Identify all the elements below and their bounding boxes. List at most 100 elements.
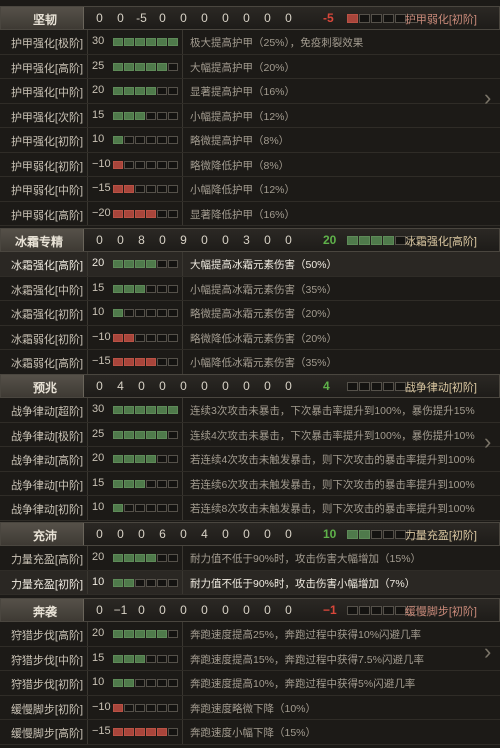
set-title: 坚韧 [33,13,58,27]
bar-segment [135,62,145,71]
column-divider [87,570,88,594]
tier-effect: 显著提高护甲（16%） [190,86,296,98]
bar-segment [146,309,156,317]
level-bar [113,630,178,638]
tier-row[interactable]: 冰霜强化[中阶] 15 小幅提高冰霜元素伤害（35%） [0,276,500,301]
bar-segment [113,333,123,342]
bar-segment [113,406,123,414]
level-bar [113,136,178,144]
tier-row[interactable]: 护甲弱化[初阶] −10 略微降低护甲（8%） [0,152,500,177]
tier-row[interactable]: 冰霜强化[初阶] 10 略微提高冰霜元素伤害（20%） [0,301,500,326]
tier-name: 狩猎步伐[初阶] [10,679,84,691]
tier-effect: 连续4次攻击未暴击，下次暴击率提升到100%，暴伤提升10% [190,429,475,442]
tier-name: 狩猎步伐[高阶] [10,630,84,642]
tier-threshold: 20 [92,452,105,464]
set-header[interactable]: 奔袭 0 −1 0 0 0 0 0 0 0 0 −1 缓慢脚步[初阶] [0,598,500,622]
piece-count: 0 [180,379,187,393]
tier-row[interactable]: 力量充盈[高阶] 20 耐力值不低于90%时，攻击伤害大幅增加（15%） [0,546,500,571]
total-score: 20 [323,233,337,247]
bar-segment [168,87,178,95]
tier-threshold: 10 [92,306,105,318]
tier-row[interactable]: 护甲强化[极阶] 30 极大提高护甲（25%），免疫刺裂效果 [0,30,500,55]
level-bar [113,358,178,366]
column-divider [182,252,183,276]
tier-row[interactable]: 战争律动[初阶] 10 若连续8次攻击未触发暴击，则下次攻击的暴击率提升到100% [0,496,500,521]
tier-row[interactable]: 冰霜弱化[高阶] −15 小幅降低冰霜元素伤害（35%） [0,350,500,375]
bar-segment [157,309,167,317]
bar-segment [157,87,167,95]
tier-row[interactable]: 缓慢脚步[初阶] −10 奔跑速度略微下降（10%） [0,695,500,720]
column-divider [87,152,88,176]
piece-count: 9 [180,233,187,247]
tier-row[interactable]: 护甲弱化[中阶] −15 小幅降低护甲（12%） [0,177,500,202]
bar-segment [135,136,145,144]
bar-segment [146,260,156,268]
bar-segment [124,430,134,439]
tier-row[interactable]: 冰霜强化[高阶] 20 大幅提高冰霜元素伤害（50%） [0,252,500,277]
tier-row[interactable]: 护甲强化[中阶] 20 显著提高护甲（16%） [0,79,500,104]
piece-count: 0 [159,233,166,247]
bar-segment [113,630,123,638]
bonus-table: 坚韧 0 0 -5 0 0 0 0 0 0 0 -5 护甲弱化[初阶] 护甲强化[极阶] 30 极大提高护甲（… [0,0,500,748]
set-header[interactable]: 充沛 0 0 0 6 0 4 0 0 0 0 10 力量充盈[初阶] [0,522,500,546]
tier-effect: 略微降低护甲（8%） [190,159,290,172]
tier-threshold: −15 [92,725,111,737]
set-title: 预兆 [33,381,58,395]
set-header[interactable]: 坚韧 0 0 -5 0 0 0 0 0 0 0 -5 护甲弱化[初阶] [0,6,500,30]
chevron-right-icon[interactable]: › [484,428,498,456]
bar-segment [347,236,358,245]
tier-row[interactable]: 护甲弱化[高阶] −20 显著降低护甲（16%） [0,201,500,226]
piece-count: 0 [96,603,103,617]
bar-segment [113,554,123,562]
tier-threshold: 15 [92,651,105,664]
tier-effect: 若连续6次攻击未触发暴击，则下次攻击的暴击率提升到100% [190,478,475,491]
bar-segment [124,284,134,293]
bar-segment [113,136,123,144]
bar-segment [168,406,178,414]
column-divider [182,570,183,594]
level-bar [113,406,178,414]
tier-row[interactable]: 战争律动[超阶] 30 连续3次攻击未暴击，下次暴击率提升到100%，暴伤提升15% [0,398,500,423]
tier-row[interactable]: 力量充盈[初阶] 10 耐力值不低于90%时，攻击伤害小幅增加（7%） [0,570,500,595]
bar-segment [157,62,167,71]
column-divider [182,646,183,670]
column-divider [87,301,88,325]
chevron-right-icon[interactable]: › [484,84,498,112]
set-section: 坚韧 0 0 -5 0 0 0 0 0 0 0 -5 护甲弱化[初阶] 护甲强化[极阶] 30 极大提高护甲（… [0,6,500,226]
chevron-right-icon[interactable]: › [484,638,498,666]
column-divider [182,496,183,520]
tier-threshold: 30 [92,35,105,47]
piece-count: 0 [222,527,229,541]
tier-row[interactable]: 护甲强化[初阶] 10 略微提高护甲（8%） [0,128,500,153]
tier-row[interactable]: 狩猎步伐[中阶] 15 奔跑速度提高15%，奔跑过程中获得7.5%闪避几率 [0,646,500,671]
tier-row[interactable]: 冰霜弱化[初阶] −10 略微降低冰霜元素伤害（20%） [0,325,500,350]
tier-row[interactable]: 缓慢脚步[高阶] −15 奔跑速度小幅下降（15%） [0,720,500,745]
tier-effect: 大幅提高护甲（20%） [190,61,296,74]
bar-segment [157,703,167,712]
active-level-label: 冰霜强化[高阶] [404,236,477,248]
tier-threshold: 20 [92,627,105,639]
set-title: 冰霜专精 [15,235,64,249]
tier-name: 护甲强化[高阶] [10,62,84,75]
tier-effect: 显著降低护甲（16%） [190,208,296,221]
set-header[interactable]: 冰霜专精 0 0 8 0 9 0 0 3 0 0 20 冰霜强化[高阶] [0,228,500,252]
tier-row[interactable]: 狩猎步伐[初阶] 10 奔跑速度提高10%，奔跑过程中获得5%闪避几率 [0,671,500,696]
bar-segment [157,209,167,218]
tier-row[interactable]: 战争律动[高阶] 20 若连续4次攻击未触发暴击，则下次攻击的暴击率提升到100% [0,447,500,472]
column-divider [87,103,88,127]
piece-counts: 0006040000 [89,527,299,541]
set-header[interactable]: 预兆 0 4 0 0 0 0 0 0 0 0 4 战争律动[初阶] [0,374,500,398]
tier-row[interactable]: 狩猎步伐[高阶] 20 奔跑速度提高25%，奔跑过程中获得10%闪避几率 [0,622,500,647]
column-divider [182,177,183,201]
piece-count: 0 [201,379,208,393]
piece-count: 0 [96,11,103,25]
tier-row[interactable]: 护甲强化[次阶] 15 小幅提高护甲（12%） [0,103,500,128]
tier-row[interactable]: 战争律动[极阶] 25 连续4次攻击未暴击，下次暴击率提升到100%，暴伤提升10% [0,422,500,447]
tier-row[interactable]: 战争律动[中阶] 15 若连续6次攻击未触发暴击，则下次攻击的暴击率提升到100% [0,471,500,496]
tier-row[interactable]: 护甲强化[高阶] 25 大幅提高护甲（20%） [0,54,500,79]
bar-segment [383,236,394,245]
piece-count: 0 [243,11,250,25]
column-divider [87,252,88,276]
column-divider [87,398,88,422]
set-section: 奔袭 0 −1 0 0 0 0 0 0 0 0 −1 缓慢脚步[初阶] 狩猎步伐[高阶] 20 奔跑速度提高2… [0,598,500,745]
